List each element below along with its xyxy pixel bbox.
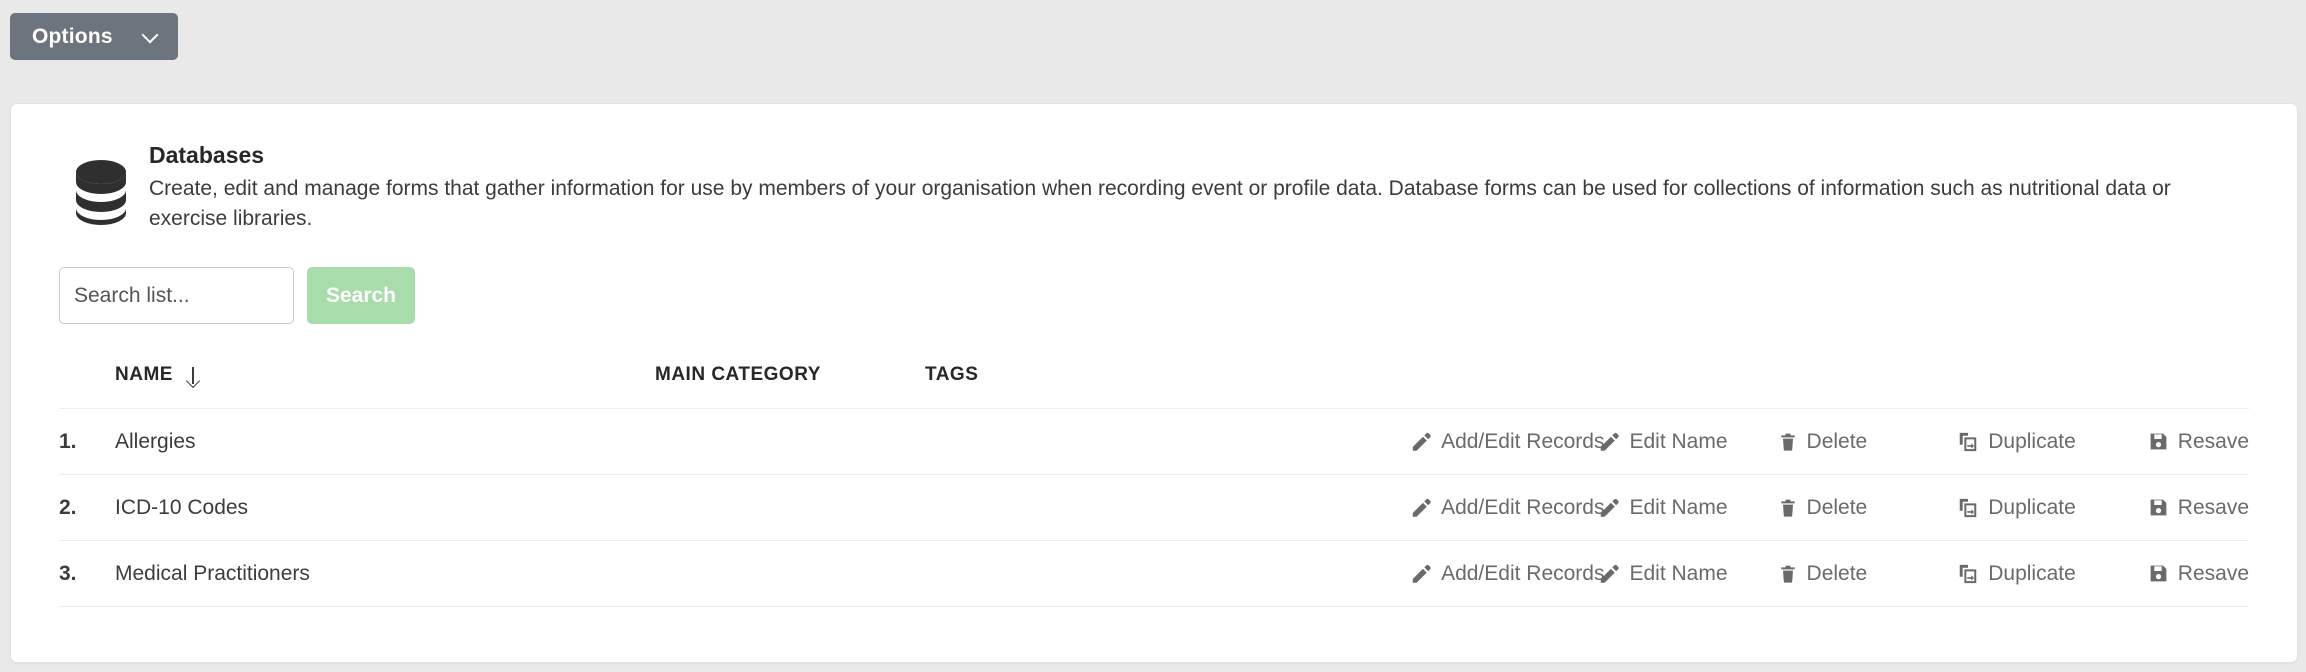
sort-arrow-down-icon[interactable]: [186, 366, 199, 386]
row-actions: Add/Edit Records Edit Name Delete Duplicate…: [1355, 474, 2249, 542]
column-header-actions: [1355, 364, 2249, 410]
card-description: Create, edit and manage forms that gathe…: [149, 177, 2171, 231]
pencil-icon: [1598, 431, 1620, 453]
resave-button-label: Resave: [2177, 430, 2249, 454]
row-actions-group: Add/Edit Records Edit Name Delete Duplicate…: [1355, 497, 2249, 519]
edit-name-button-label: Edit Name: [1629, 496, 1728, 520]
card-header: Databases Create, edit and manage forms …: [11, 104, 2297, 234]
trash-icon: [1778, 497, 1798, 519]
row-index: 1.: [59, 408, 115, 476]
row-actions-group: Add/Edit Records Edit Name Delete Duplicate…: [1355, 563, 2249, 585]
resave-button[interactable]: Resave: [2148, 431, 2249, 452]
delete-button[interactable]: Delete: [1778, 430, 1868, 454]
add-edit-records-button-label: Add/Edit Records: [1441, 496, 1605, 520]
add-edit-records-button[interactable]: Add/Edit Records: [1410, 431, 1604, 453]
duplicate-icon: [1957, 563, 1979, 585]
delete-button[interactable]: Delete: [1778, 562, 1868, 586]
trash-icon: [1778, 563, 1798, 585]
duplicate-button-label: Duplicate: [1988, 496, 2076, 520]
delete-button[interactable]: Delete: [1778, 496, 1868, 520]
resave-button[interactable]: Resave: [2148, 497, 2249, 518]
add-edit-records-button-label: Add/Edit Records: [1441, 562, 1605, 586]
delete-button-label: Delete: [1806, 562, 1868, 586]
card-header-text: Databases Create, edit and manage forms …: [149, 142, 2237, 234]
edit-name-button[interactable]: Edit Name: [1598, 430, 1728, 454]
row-main-category: [655, 540, 925, 608]
row-index: 2.: [59, 474, 115, 542]
pencil-icon: [1410, 563, 1432, 585]
row-main-category: [655, 408, 925, 476]
search-button[interactable]: Search: [307, 267, 415, 325]
row-name: ICD-10 Codes: [115, 474, 655, 542]
pencil-icon: [1410, 497, 1432, 519]
resave-button[interactable]: Resave: [2148, 563, 2249, 584]
column-header-index: [59, 364, 115, 410]
toolbar: Options: [10, 13, 178, 60]
row-name: Medical Practitioners: [115, 540, 655, 608]
databases-card: Databases Create, edit and manage forms …: [10, 103, 2298, 663]
pencil-icon: [1598, 563, 1620, 585]
table-body: 1. Allergies Add/Edit Records Edit Name Dele…: [59, 408, 2249, 608]
table-header-row: NAME MAIN CATEGORY TAGS: [59, 364, 2249, 410]
trash-icon: [1778, 431, 1798, 453]
row-actions-group: Add/Edit Records Edit Name Delete Duplicate…: [1355, 431, 2249, 453]
duplicate-button[interactable]: Duplicate: [1957, 563, 2076, 585]
save-icon: [2148, 563, 2169, 584]
pencil-icon: [1598, 497, 1620, 519]
duplicate-icon: [1957, 431, 1979, 453]
table-row: 2. ICD-10 Codes Add/Edit Records Edit Name D…: [59, 474, 2249, 542]
column-header-name-label: NAME: [115, 364, 173, 386]
delete-button-label: Delete: [1806, 496, 1868, 520]
row-tags: [925, 474, 1355, 542]
table-row: 3. Medical Practitioners Add/Edit Records E…: [59, 540, 2249, 608]
row-name: Allergies: [115, 408, 655, 476]
search-input[interactable]: [59, 267, 294, 325]
row-tags: [925, 408, 1355, 476]
column-header-main-category[interactable]: MAIN CATEGORY: [655, 364, 925, 410]
add-edit-records-button-label: Add/Edit Records: [1441, 430, 1605, 454]
row-actions: Add/Edit Records Edit Name Delete Duplicate…: [1355, 408, 2249, 476]
search-row: Search: [59, 267, 2297, 325]
row-index: 3.: [59, 540, 115, 608]
options-button-label: Options: [32, 25, 113, 48]
duplicate-button[interactable]: Duplicate: [1957, 497, 2076, 519]
column-header-name[interactable]: NAME: [115, 364, 655, 410]
databases-table-wrapper: NAME MAIN CATEGORY TAGS 1. Allergies Add/E…: [59, 364, 2249, 608]
pencil-icon: [1410, 431, 1432, 453]
edit-name-button[interactable]: Edit Name: [1598, 562, 1728, 586]
duplicate-button-label: Duplicate: [1988, 562, 2076, 586]
save-icon: [2148, 497, 2169, 518]
database-icon: [73, 159, 129, 225]
duplicate-button[interactable]: Duplicate: [1957, 431, 2076, 453]
save-icon: [2148, 431, 2169, 452]
page-title: Databases: [149, 142, 265, 168]
row-main-category: [655, 474, 925, 542]
row-tags: [925, 540, 1355, 608]
add-edit-records-button[interactable]: Add/Edit Records: [1410, 497, 1604, 519]
edit-name-button-label: Edit Name: [1629, 430, 1728, 454]
column-header-tags[interactable]: TAGS: [925, 364, 1355, 410]
edit-name-button[interactable]: Edit Name: [1598, 496, 1728, 520]
duplicate-icon: [1957, 497, 1979, 519]
add-edit-records-button[interactable]: Add/Edit Records: [1410, 563, 1604, 585]
table-row: 1. Allergies Add/Edit Records Edit Name Dele…: [59, 408, 2249, 476]
databases-table: NAME MAIN CATEGORY TAGS 1. Allergies Add/E…: [59, 364, 2249, 608]
delete-button-label: Delete: [1806, 430, 1868, 454]
edit-name-button-label: Edit Name: [1629, 562, 1728, 586]
page-root: Options Databases Create, edit and manag…: [0, 0, 2306, 672]
resave-button-label: Resave: [2177, 496, 2249, 520]
chevron-down-icon: [143, 28, 157, 42]
resave-button-label: Resave: [2177, 562, 2249, 586]
options-button[interactable]: Options: [10, 13, 178, 60]
row-actions: Add/Edit Records Edit Name Delete Duplicate…: [1355, 540, 2249, 608]
duplicate-button-label: Duplicate: [1988, 430, 2076, 454]
